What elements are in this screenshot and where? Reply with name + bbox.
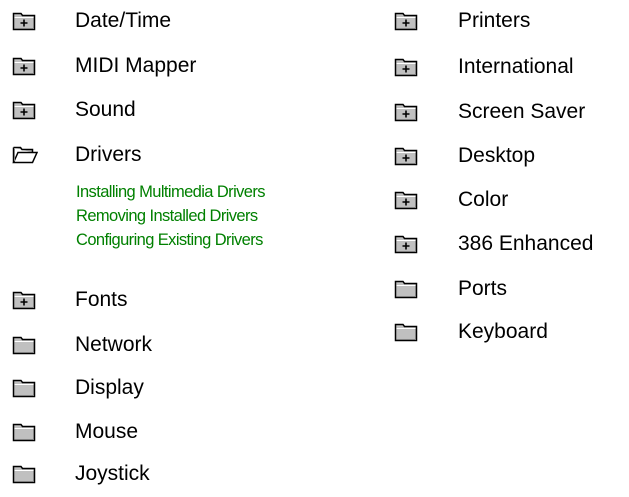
folder-icon <box>12 463 36 484</box>
topic-label: International <box>458 55 574 78</box>
topic-label: 386 Enhanced <box>458 232 594 255</box>
folder-open-icon <box>12 144 38 165</box>
folder-icon <box>394 321 418 342</box>
topic-label: Mouse <box>75 420 139 443</box>
folder-plus-icon <box>394 233 418 254</box>
topic-label: Keyboard <box>458 320 548 343</box>
folder-icon <box>12 377 36 398</box>
folder-plus-icon <box>394 189 418 210</box>
topic-label: Color <box>458 188 509 211</box>
topic-label: Drivers <box>75 143 142 166</box>
folder-plus-icon <box>394 145 418 166</box>
topic-label: Desktop <box>458 144 536 167</box>
topic-label: Screen Saver <box>458 100 586 123</box>
topic-label: Sound <box>75 98 136 121</box>
topic-label: Network <box>75 333 153 356</box>
subtopic-removing-drivers-link[interactable]: Removing Installed Drivers <box>76 207 258 226</box>
folder-icon <box>12 421 36 442</box>
folder-icon <box>12 334 36 355</box>
folder-plus-icon <box>12 289 36 310</box>
topic-label: Date/Time <box>75 9 172 32</box>
topic-label: Fonts <box>75 288 128 311</box>
folder-icon <box>394 278 418 299</box>
folder-plus-icon <box>12 55 36 76</box>
folder-plus-icon <box>394 10 418 31</box>
topic-label: Ports <box>458 277 508 300</box>
folder-plus-icon <box>12 10 36 31</box>
folder-plus-icon <box>12 99 36 120</box>
topic-label: Printers <box>458 9 531 32</box>
topic-label: Joystick <box>75 462 150 485</box>
topic-label: MIDI Mapper <box>75 54 197 77</box>
subtopic-configuring-drivers-link[interactable]: Configuring Existing Drivers <box>76 231 263 250</box>
folder-plus-icon <box>394 56 418 77</box>
subtopic-installing-drivers-link[interactable]: Installing Multimedia Drivers <box>76 183 266 202</box>
folder-plus-icon <box>394 101 418 122</box>
topic-label: Display <box>75 376 144 399</box>
